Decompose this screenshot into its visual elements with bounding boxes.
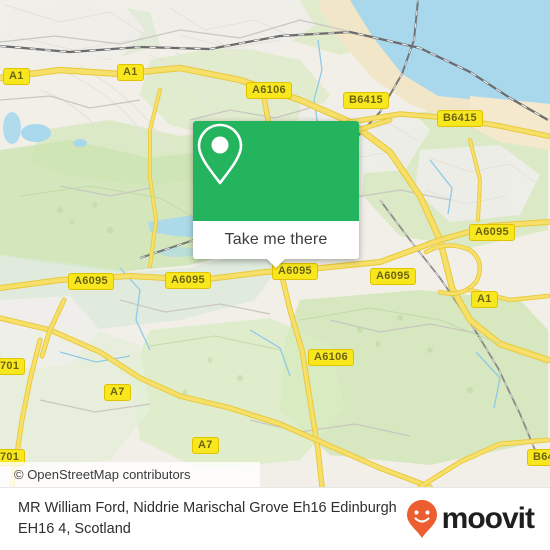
road-shield: A6106 [308, 349, 354, 366]
road-shield: A6106 [246, 82, 292, 99]
road-shield: A6095 [370, 268, 416, 285]
moovit-pin-icon [406, 500, 437, 538]
callout-image-area [193, 121, 359, 221]
road-shield: A6095 [165, 272, 211, 289]
road-shield: A6095 [68, 273, 114, 290]
road-shield: B6415 [437, 110, 483, 127]
address-text: MR William Ford, Niddrie Marischal Grove… [18, 500, 397, 537]
osm-attribution[interactable]: © OpenStreetMap contributors [0, 462, 260, 487]
map-page: A1 A1 A6106 B6415 B6415 A6095 A6095 A609… [0, 0, 550, 550]
road-shield: A1 [117, 64, 144, 81]
road-shield: A7 [192, 437, 219, 454]
location-pin-icon [197, 123, 243, 185]
map-canvas[interactable]: A1 A1 A6106 B6415 B6415 A6095 A6095 A609… [0, 0, 550, 487]
callout-tail [266, 258, 286, 268]
osm-attribution-text: © OpenStreetMap contributors [14, 467, 191, 482]
road-shield: A7 [104, 384, 131, 401]
road-shield: A1 [471, 291, 498, 308]
location-callout-card[interactable]: Take me there [193, 121, 359, 268]
road-shield: A6095 [469, 224, 515, 241]
road-shield: A1 [3, 68, 30, 85]
road-shield: 701 [0, 358, 26, 375]
road-shield: B6415 [343, 92, 389, 109]
take-me-there-label: Take me there [224, 231, 328, 248]
footer-bar: MR William Ford, Niddrie Marischal Grove… [0, 487, 550, 550]
moovit-wordmark: moovit [441, 502, 535, 535]
moovit-logo[interactable]: moovit [405, 499, 535, 539]
road-shield: B64 [527, 449, 550, 466]
callout-action-area[interactable]: Take me there [193, 221, 359, 268]
